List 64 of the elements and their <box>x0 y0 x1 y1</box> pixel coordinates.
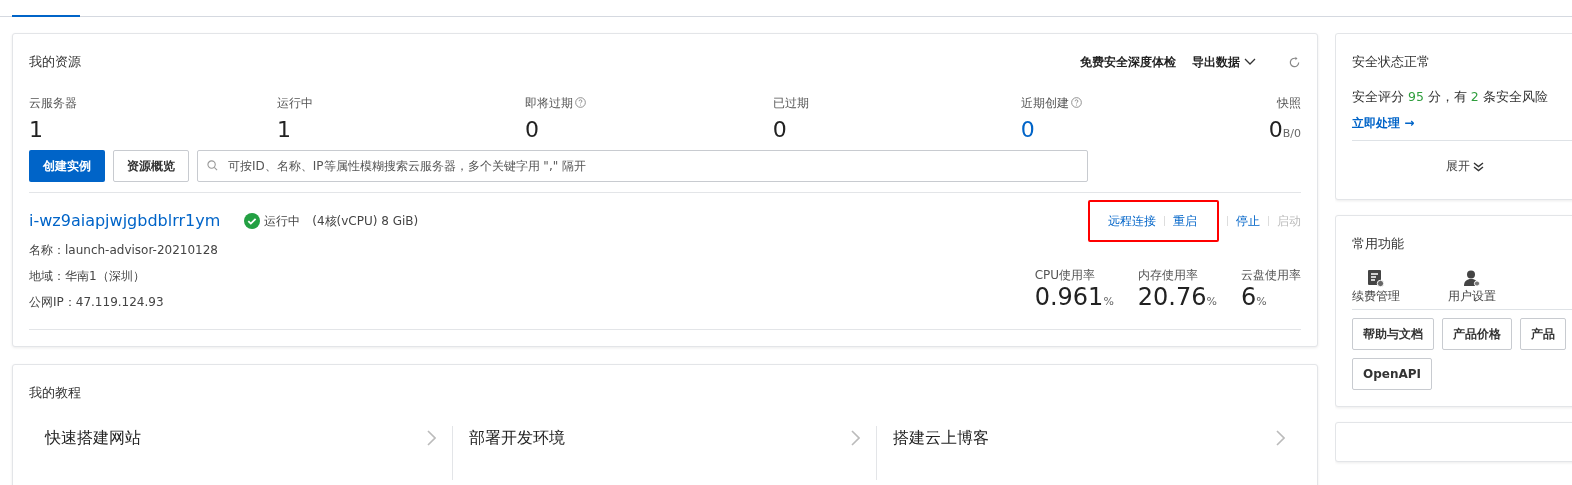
detail-text: 地域：华南1（深圳） <box>29 267 146 285</box>
metric-label: CPU使用率 <box>1034 267 1097 285</box>
tutorial-title[interactable]: 快速搭建网站 <box>45 426 141 451</box>
quick-link-button[interactable]: OpenAPI <box>1352 357 1433 390</box>
card-title: 我的教程 <box>29 383 82 402</box>
metric-value: 6 <box>1241 283 1257 312</box>
metric-unit: % <box>1206 295 1217 309</box>
action-link[interactable]: 远程连接 <box>1108 211 1156 230</box>
stat-value: 0 <box>1268 116 1283 142</box>
create-instance-button[interactable]: 创建实例 <box>29 149 105 182</box>
detail-text: 名称：launch-advisor-20210128 <box>29 241 218 259</box>
handle-now-link[interactable]: 立即处理 → <box>1352 116 1415 131</box>
stat-label: 快照 <box>1276 95 1301 110</box>
expand-link[interactable]: 展开 <box>1445 159 1485 174</box>
shortcut-link[interactable]: 用户设置 <box>1448 286 1496 305</box>
tutorial-title[interactable]: 部署开发环境 <box>469 426 565 451</box>
document-icon <box>1368 269 1384 287</box>
metric-label: 云盘使用率 <box>1241 267 1301 285</box>
security-summary: 安全评分 95 分，有 2 条安全风险 <box>1352 87 1549 106</box>
stat-label: 即将过期 <box>524 95 573 110</box>
quick-link-button[interactable]: 帮助与文档 <box>1352 317 1434 350</box>
user-icon <box>1464 269 1480 287</box>
stat-unit: B/0 <box>1282 126 1301 140</box>
metric-label: 内存使用率 <box>1137 267 1199 285</box>
check-circle-icon <box>244 212 261 229</box>
search-field[interactable]: 可按ID、名称、IP等属性模糊搜索云服务器，多个关键字用 "," 隔开 <box>197 149 1088 182</box>
double-chevron-down-icon[interactable] <box>1473 161 1485 172</box>
status-text: 运行中 <box>264 212 301 230</box>
stat-value: 1 <box>276 117 292 142</box>
stat-value: 0 <box>524 117 540 142</box>
stat-label: 已过期 <box>772 95 809 110</box>
shortcut-link[interactable]: 续费管理 <box>1352 286 1400 305</box>
detail-text: 公网IP：47.119.124.93 <box>29 293 165 311</box>
chevron-right-icon[interactable] <box>427 430 436 447</box>
stat-label: 运行中 <box>276 95 313 110</box>
card-title: 我的资源 <box>29 53 81 71</box>
stat-value[interactable]: 0 <box>1020 117 1261 142</box>
metric-unit: % <box>1256 295 1267 309</box>
chevron-down-icon[interactable] <box>1244 58 1256 67</box>
export-dropdown[interactable]: 导出数据 <box>1191 52 1256 71</box>
stat-value: 1 <box>29 117 44 142</box>
stat-label: 近期创建 <box>1020 95 1069 110</box>
help-icon[interactable] <box>574 96 586 108</box>
card-title: 安全状态正常 <box>1352 53 1431 71</box>
stat-label: 云服务器 <box>29 95 77 110</box>
instance-spec: (4核(vCPU) 8 GiB) <box>312 212 419 230</box>
action-link[interactable]: 停止 <box>1236 211 1260 230</box>
action-link: 启动 <box>1277 212 1301 230</box>
quick-link-button[interactable]: 产品价格 <box>1442 317 1512 350</box>
metric-unit: % <box>1103 295 1114 309</box>
chevron-right-icon[interactable] <box>1276 430 1285 447</box>
chevron-right-icon[interactable] <box>851 430 860 447</box>
stat-value: 0 <box>772 117 788 142</box>
card-title: 常用功能 <box>1352 235 1405 254</box>
refresh-icon[interactable] <box>1288 55 1301 69</box>
resource-overview-button[interactable]: 资源概览 <box>113 149 189 182</box>
security-check-link[interactable]: 免费安全深度体检 <box>1079 52 1176 71</box>
metric-value: 0.961 <box>1034 283 1104 312</box>
tutorial-title[interactable]: 搭建云上博客 <box>893 426 989 451</box>
instance-id-link[interactable]: i-wz9aiapjwjgbdblrr1ym <box>29 208 221 233</box>
action-link[interactable]: 重启 <box>1173 211 1197 230</box>
quick-link-button[interactable]: 产品 <box>1520 317 1566 350</box>
metric-value: 20.76 <box>1137 283 1207 312</box>
help-icon[interactable] <box>1070 96 1082 108</box>
